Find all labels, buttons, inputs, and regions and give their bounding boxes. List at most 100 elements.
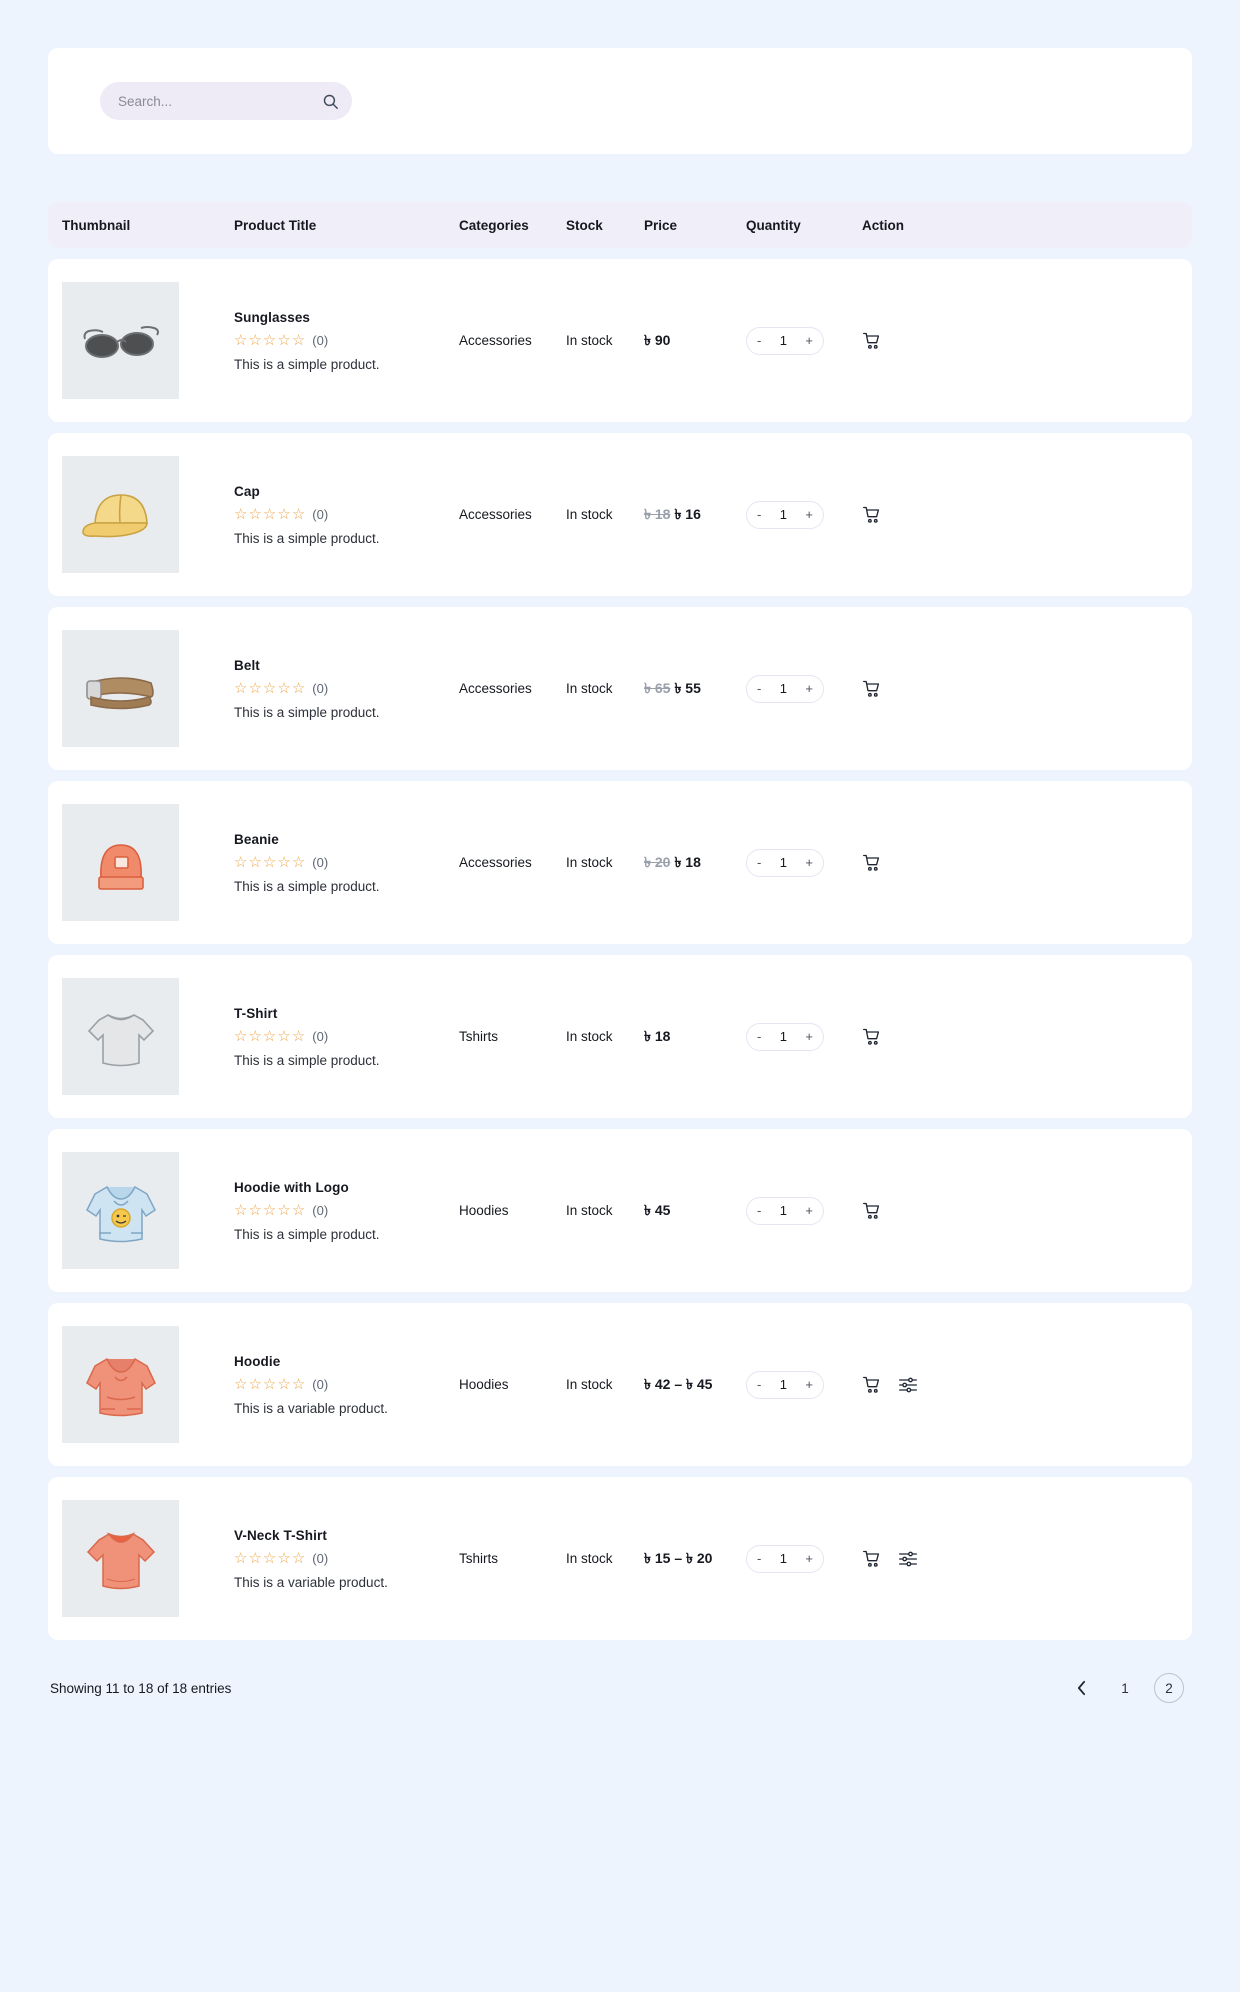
quantity-increase-button[interactable]: + <box>805 508 813 521</box>
quantity-decrease-button[interactable]: - <box>757 856 761 869</box>
add-to-cart-icon[interactable] <box>862 1027 882 1047</box>
add-to-cart-icon[interactable] <box>862 1375 882 1395</box>
product-listing-page: Thumbnail Product Title Categories Stock… <box>0 0 1240 1992</box>
search-input[interactable] <box>100 93 314 109</box>
product-price: ৳ 15 – ৳ 20 <box>644 1547 746 1571</box>
quantity-increase-button[interactable]: + <box>805 682 813 695</box>
star-icon: ☆ <box>248 1375 262 1393</box>
star-icon: ☆ <box>277 1201 291 1219</box>
star-icon: ☆ <box>291 1549 306 1567</box>
table-header-row: Thumbnail Product Title Categories Stock… <box>48 202 1192 248</box>
star-icon: ☆ <box>234 679 248 697</box>
star-icon: ☆ <box>234 505 248 523</box>
add-to-cart-icon[interactable] <box>862 853 882 873</box>
pagination-page-2[interactable]: 2 <box>1154 1673 1184 1703</box>
product-title[interactable]: Beanie <box>234 832 459 847</box>
rating-count: (0) <box>312 680 329 696</box>
search-box[interactable] <box>100 82 352 120</box>
action-cell <box>862 1201 982 1221</box>
product-title[interactable]: Cap <box>234 484 459 499</box>
product-title[interactable]: V-Neck T-Shirt <box>234 1528 459 1543</box>
product-title[interactable]: Hoodie <box>234 1354 459 1369</box>
quantity-stepper[interactable]: - 1 + <box>746 1022 824 1051</box>
product-description: This is a variable product. <box>234 1574 388 1590</box>
star-icon: ☆ <box>262 331 277 349</box>
product-category: Accessories <box>459 681 532 696</box>
product-price: ৳ 65 ৳ 55 <box>644 677 746 701</box>
search-icon[interactable] <box>314 93 352 110</box>
add-to-cart-icon[interactable] <box>862 1549 882 1569</box>
column-header-quantity: Quantity <box>746 217 801 233</box>
hoodie-logo-thumbnail-image <box>62 1152 179 1269</box>
add-to-cart-icon[interactable] <box>862 505 882 525</box>
column-header-categories: Categories <box>459 217 529 233</box>
quantity-stepper[interactable]: - 1 + <box>746 848 824 877</box>
quantity-decrease-button[interactable]: - <box>757 682 761 695</box>
quantity-decrease-button[interactable]: - <box>757 334 761 347</box>
quantity-decrease-button[interactable]: - <box>757 508 761 521</box>
action-cell <box>862 853 982 873</box>
quantity-decrease-button[interactable]: - <box>757 1204 761 1217</box>
product-title[interactable]: Sunglasses <box>234 310 459 325</box>
rating-count: (0) <box>312 1550 329 1566</box>
add-to-cart-icon[interactable] <box>862 331 882 351</box>
product-stock: In stock <box>566 507 613 522</box>
quantity-value: 1 <box>779 333 787 348</box>
star-icon: ☆ <box>262 505 277 523</box>
product-price: ৳ 18 <box>644 1025 746 1049</box>
product-table-body: Sunglasses ☆ ☆ ☆ ☆ ☆ (0) This is a simple pr… <box>48 259 1192 1640</box>
quantity-stepper[interactable]: - 1 + <box>746 326 824 355</box>
product-options-icon[interactable] <box>898 1375 918 1395</box>
star-icon: ☆ <box>291 505 306 523</box>
add-to-cart-icon[interactable] <box>862 679 882 699</box>
chevron-left-icon[interactable] <box>1066 1673 1096 1703</box>
star-icon: ☆ <box>234 1201 248 1219</box>
quantity-stepper[interactable]: - 1 + <box>746 674 824 703</box>
table-row: Cap ☆ ☆ ☆ ☆ ☆ (0) This is a simple product. … <box>48 433 1192 596</box>
product-stock: In stock <box>566 333 613 348</box>
star-icon: ☆ <box>234 1375 248 1393</box>
product-description: This is a simple product. <box>234 356 380 372</box>
pagination-page-1[interactable]: 1 <box>1110 1673 1140 1703</box>
old-price: ৳ 65 <box>644 679 671 696</box>
product-description: This is a simple product. <box>234 530 380 546</box>
quantity-increase-button[interactable]: + <box>805 334 813 347</box>
quantity-decrease-button[interactable]: - <box>757 1378 761 1391</box>
product-description: This is a simple product. <box>234 878 380 894</box>
quantity-decrease-button[interactable]: - <box>757 1552 761 1565</box>
quantity-value: 1 <box>779 1551 787 1566</box>
quantity-value: 1 <box>779 681 787 696</box>
beanie-thumbnail-image <box>62 804 179 921</box>
product-title[interactable]: Hoodie with Logo <box>234 1180 459 1195</box>
table-row: Hoodie ☆ ☆ ☆ ☆ ☆ (0) This is a variable prod… <box>48 1303 1192 1466</box>
star-icon: ☆ <box>262 1375 277 1393</box>
star-icon: ☆ <box>262 1201 277 1219</box>
quantity-increase-button[interactable]: + <box>805 856 813 869</box>
star-icon: ☆ <box>291 1375 306 1393</box>
quantity-stepper[interactable]: - 1 + <box>746 1370 824 1399</box>
quantity-increase-button[interactable]: + <box>805 1552 813 1565</box>
quantity-decrease-button[interactable]: - <box>757 1030 761 1043</box>
product-title[interactable]: Belt <box>234 658 459 673</box>
quantity-increase-button[interactable]: + <box>805 1030 813 1043</box>
quantity-value: 1 <box>779 1377 787 1392</box>
star-icon: ☆ <box>234 331 248 349</box>
star-icon: ☆ <box>277 853 291 871</box>
vneck-thumbnail-image <box>62 1500 179 1617</box>
quantity-increase-button[interactable]: + <box>805 1378 813 1391</box>
product-title-cell: Belt ☆ ☆ ☆ ☆ ☆ (0) This is a simple product. <box>234 658 459 720</box>
product-price: ৳ 90 <box>644 329 746 353</box>
quantity-stepper[interactable]: - 1 + <box>746 1196 824 1225</box>
table-row: V-Neck T-Shirt ☆ ☆ ☆ ☆ ☆ (0) This is a varia… <box>48 1477 1192 1640</box>
rating: ☆ ☆ ☆ ☆ ☆ (0) <box>234 681 459 696</box>
product-options-icon[interactable] <box>898 1549 918 1569</box>
star-icon: ☆ <box>262 679 277 697</box>
quantity-cell: - 1 + <box>746 1544 862 1573</box>
quantity-stepper[interactable]: - 1 + <box>746 500 824 529</box>
quantity-stepper[interactable]: - 1 + <box>746 1544 824 1573</box>
product-title[interactable]: T-Shirt <box>234 1006 459 1021</box>
star-icon: ☆ <box>291 853 306 871</box>
add-to-cart-icon[interactable] <box>862 1201 882 1221</box>
quantity-increase-button[interactable]: + <box>805 1204 813 1217</box>
product-thumbnail-cell <box>48 1326 234 1443</box>
